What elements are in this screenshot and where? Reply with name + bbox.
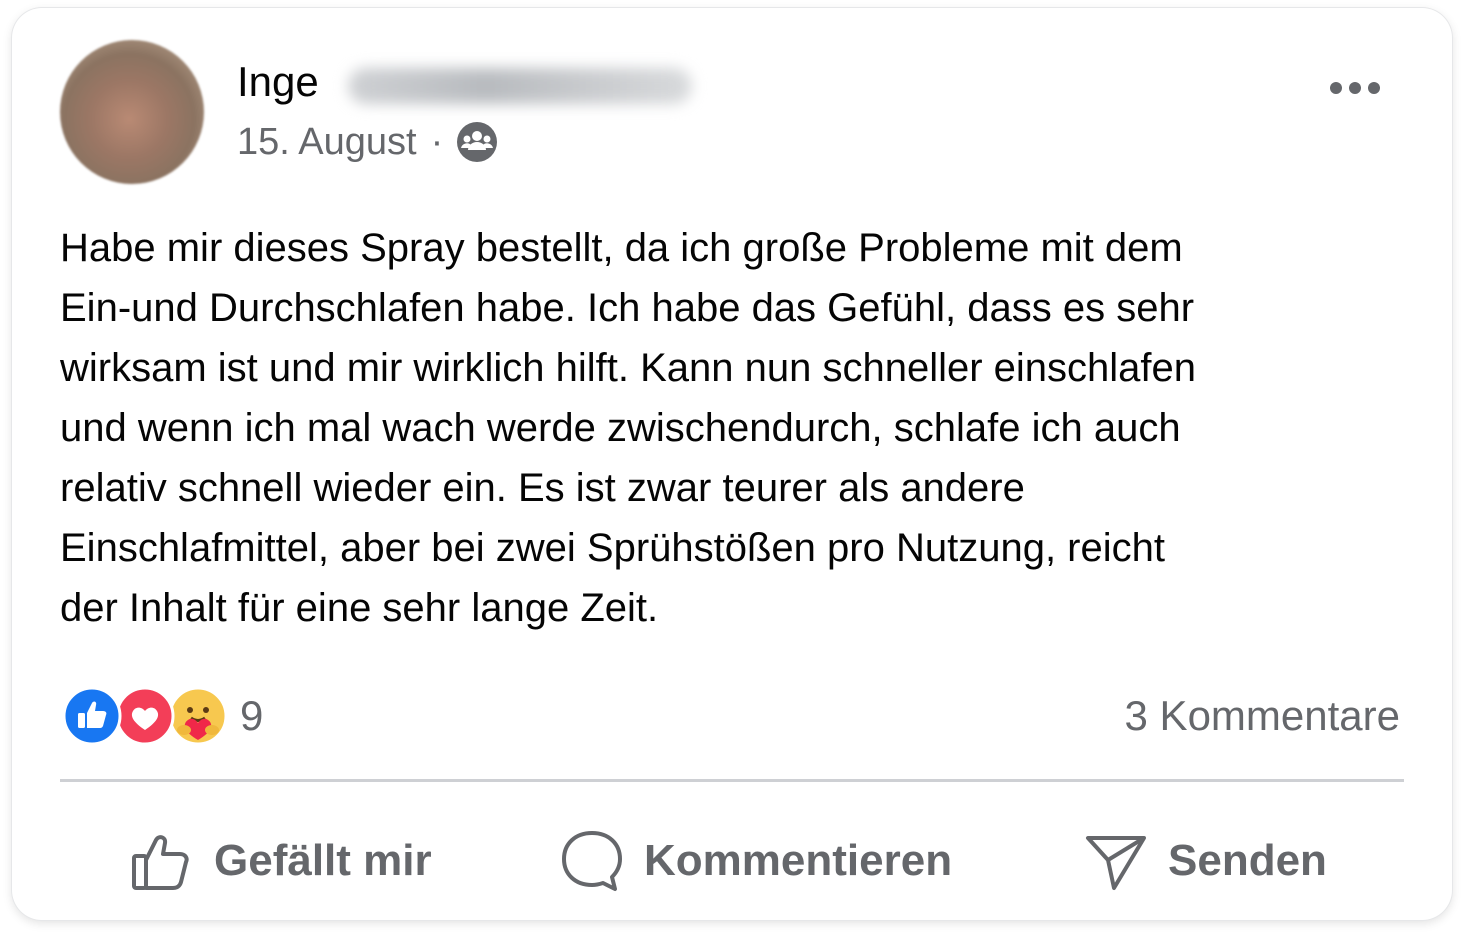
post-meta: 15. August · [237, 120, 499, 164]
post-date[interactable]: 15. August [237, 121, 417, 164]
author-lastname-redacted [348, 68, 692, 104]
author-name[interactable]: Inge [237, 58, 319, 106]
meta-separator: · [430, 120, 444, 163]
more-options-button[interactable] [1322, 68, 1388, 108]
like-label: Gefällt mir [214, 836, 432, 885]
comments-count[interactable]: 3 Kommentare [1125, 692, 1400, 740]
care-icon [168, 686, 228, 746]
comment-button[interactable]: Kommentieren [560, 818, 952, 904]
comment-bubble-icon [562, 831, 622, 891]
reaction-icons[interactable] [62, 686, 228, 746]
more-dots-icon [1330, 82, 1380, 94]
like-button[interactable]: Gefällt mir [130, 818, 432, 904]
thumbs-up-icon [132, 835, 189, 890]
reaction-count[interactable]: 9 [240, 692, 263, 740]
send-label: Senden [1168, 836, 1327, 885]
love-icon [115, 686, 175, 746]
post-card: Inge 15. August · Habe mir dieses Spray … [12, 8, 1452, 920]
author-avatar[interactable] [60, 40, 204, 184]
group-audience-icon [455, 120, 499, 164]
like-icon [62, 686, 122, 746]
send-icon [1086, 836, 1146, 890]
post-text: Habe mir dieses Spray bestellt, da ich g… [60, 226, 1197, 630]
actions-divider [60, 779, 1404, 782]
send-button[interactable]: Senden [1084, 818, 1327, 904]
reactions-summary[interactable]: 9 [62, 686, 263, 746]
comment-label: Kommentieren [644, 836, 953, 885]
